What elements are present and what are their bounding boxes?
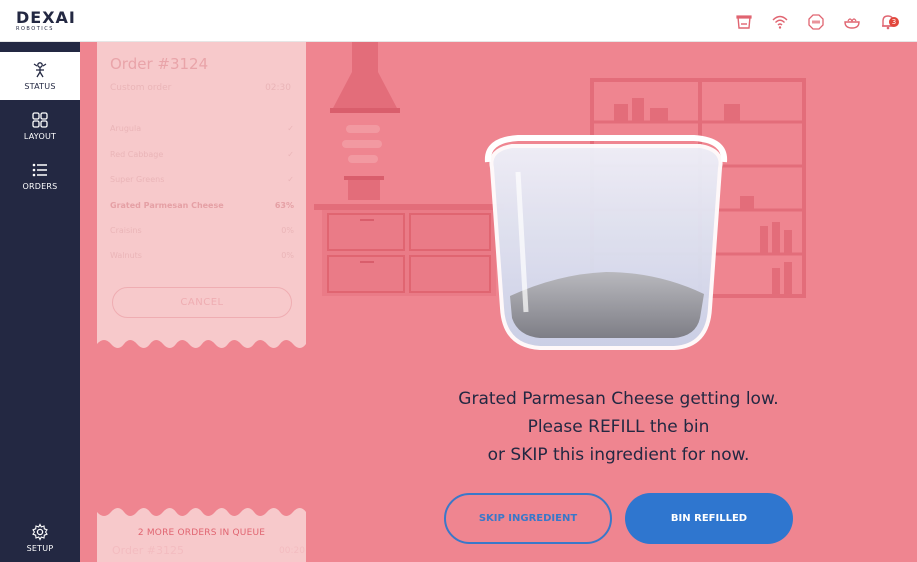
pot-lid <box>344 176 384 180</box>
shelf-jar <box>614 104 628 122</box>
ingredient-bin-illustration <box>484 135 728 350</box>
ingredient-name: Arugula <box>110 124 142 133</box>
ingredient-progress: 63% <box>274 201 294 210</box>
shelf-jar <box>650 108 668 122</box>
ingredient-progress: 0% <box>281 251 294 260</box>
sidebar: STATUS LAYOUT ORDERS SETUP <box>0 42 80 562</box>
order-subtitle: Custom order <box>110 83 172 93</box>
ingredient-row: Red Cabbage ✓ <box>110 150 294 164</box>
gear-icon <box>32 523 48 541</box>
shelf-bottle <box>772 222 780 254</box>
shelf-jar <box>724 104 740 122</box>
order-time: 02:30 <box>265 83 291 93</box>
order-title: Order #3124 <box>110 55 209 73</box>
steam-line <box>346 125 380 133</box>
cabinet-handle <box>360 261 374 263</box>
bowl-icon[interactable] <box>841 11 863 33</box>
top-icon-bar: 3 <box>733 11 899 33</box>
wifi-icon[interactable] <box>769 11 791 33</box>
cabinet-handle <box>360 219 374 221</box>
ingredient-check-icon: ✓ <box>287 150 294 159</box>
ingredient-check-icon: ✓ <box>287 175 294 184</box>
ingredient-name: Craisins <box>110 226 142 235</box>
ingredient-row: Craisins 0% <box>110 226 294 240</box>
ingredient-row: Arugula ✓ <box>110 124 294 138</box>
shelf-bottle <box>784 230 792 254</box>
sidebar-item-label: STATUS <box>24 82 56 91</box>
sidebar-item-setup[interactable]: SETUP <box>0 514 80 562</box>
sidebar-item-label: LAYOUT <box>23 132 57 141</box>
skip-ingredient-button[interactable]: SKIP INGREDIENT <box>444 493 612 544</box>
sidebar-item-status[interactable]: STATUS <box>0 52 80 100</box>
message-line: or SKIP this ingredient for now. <box>487 445 750 465</box>
robot-arm-icon <box>33 62 47 78</box>
shelf-bottle <box>772 268 780 296</box>
logo-text: DEXAI <box>16 8 76 27</box>
next-order-time: 00:20 <box>279 546 305 556</box>
ingredient-row: Walnuts 0% <box>110 251 294 265</box>
countertop <box>314 204 504 210</box>
notification-badge: 3 <box>889 17 899 27</box>
hood-chimney <box>352 42 378 72</box>
low-ingredient-message: Grated Parmesan Cheese getting low. Plea… <box>400 385 837 469</box>
shelf-bottle <box>760 226 768 254</box>
ingredient-progress: 0% <box>281 226 294 235</box>
dexai-logo: DEXAI ROBOTICS <box>16 10 86 34</box>
ingredient-check-icon: ✓ <box>287 124 294 133</box>
ingredient-row: Super Greens ✓ <box>110 175 294 189</box>
message-line: Please REFILL the bin <box>527 417 710 437</box>
cancel-order-button[interactable]: CANCEL <box>112 287 292 318</box>
grid-icon <box>32 112 48 128</box>
sidebar-item-label: SETUP <box>26 544 54 553</box>
shelf-jar <box>632 98 644 122</box>
steam-line <box>348 155 378 163</box>
range-hood <box>332 72 398 110</box>
stop-icon[interactable] <box>805 11 827 33</box>
ingredient-name: Walnuts <box>110 251 142 260</box>
sidebar-item-layout[interactable]: LAYOUT <box>0 102 80 150</box>
sidebar-item-orders[interactable]: ORDERS <box>0 152 80 200</box>
ingredient-name: Super Greens <box>110 175 165 184</box>
list-icon <box>32 163 47 177</box>
shelf-jar <box>740 196 754 210</box>
message-line: Grated Parmesan Cheese getting low. <box>458 389 779 409</box>
ingredient-name: Grated Parmesan Cheese <box>110 201 224 210</box>
next-order-title: Order #3125 <box>112 544 184 557</box>
bin-refilled-button[interactable]: BIN REFILLED <box>625 493 793 544</box>
shelf-bottle <box>784 262 792 296</box>
steam-line <box>342 140 382 148</box>
hood-base <box>330 108 400 113</box>
notification-bell-icon[interactable]: 3 <box>877 11 899 33</box>
ingredient-name: Red Cabbage <box>110 150 164 159</box>
queue-count-label[interactable]: 2 MORE ORDERS IN QUEUE <box>97 528 306 538</box>
top-bar: DEXAI ROBOTICS 3 <box>0 0 917 42</box>
order-card-scalloped-edge <box>97 336 306 348</box>
ingredient-row: Grated Parmesan Cheese 63% <box>110 201 294 215</box>
sidebar-item-label: ORDERS <box>22 182 58 191</box>
pot <box>348 178 380 200</box>
bin-icon[interactable] <box>733 11 755 33</box>
